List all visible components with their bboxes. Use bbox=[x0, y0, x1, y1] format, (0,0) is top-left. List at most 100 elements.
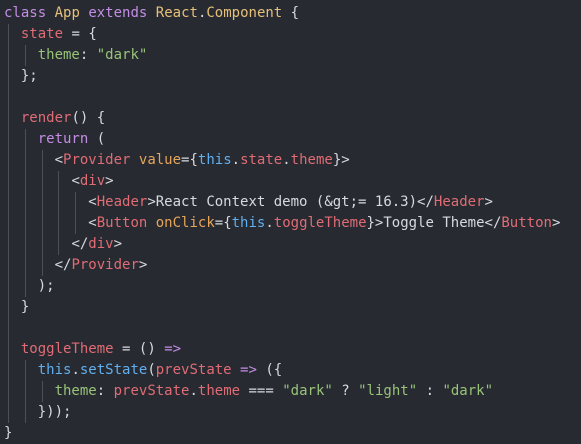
indent-guide bbox=[41, 192, 43, 213]
code-token: ? bbox=[341, 383, 350, 399]
indent-guide bbox=[24, 45, 26, 66]
code-token: . bbox=[189, 383, 198, 399]
code-token: Provider bbox=[63, 152, 131, 168]
code-token: "dark" bbox=[442, 383, 494, 399]
code-line[interactable]: <Header>React Context demo (&gt;= 16.3)<… bbox=[0, 192, 581, 213]
code-line[interactable]: render() { bbox=[0, 108, 581, 129]
code-token: class bbox=[4, 5, 47, 21]
code-token: > bbox=[138, 257, 148, 273]
code-token: : bbox=[96, 383, 106, 399]
code-line[interactable]: toggleTheme = () => bbox=[0, 339, 581, 360]
indent-guide bbox=[24, 276, 26, 297]
code-line[interactable]: theme: "dark" bbox=[0, 45, 581, 66]
code-token: = bbox=[71, 26, 80, 42]
code-line[interactable]: class App extends React.Component { bbox=[0, 3, 581, 24]
code-token: </ bbox=[54, 257, 72, 273]
code-token: React Context demo (&gt;= 16.3) bbox=[155, 194, 418, 210]
code-line[interactable] bbox=[0, 318, 581, 339]
indent-guide bbox=[41, 213, 43, 234]
code-token: "light" bbox=[358, 383, 418, 399]
code-token: extends bbox=[88, 5, 148, 21]
code-token: < bbox=[88, 215, 97, 231]
code-token: }> bbox=[332, 152, 350, 168]
indent-guide bbox=[8, 360, 9, 381]
code-token: ( bbox=[96, 131, 106, 147]
code-line[interactable]: })); bbox=[0, 402, 581, 423]
indent-guide bbox=[24, 192, 26, 213]
code-token: theme bbox=[290, 152, 333, 168]
indent-guide bbox=[8, 66, 9, 87]
code-token: state bbox=[240, 152, 283, 168]
code-line[interactable]: ); bbox=[0, 276, 581, 297]
code-line[interactable]: <Provider value={this.state.theme}> bbox=[0, 150, 581, 171]
indent-guide bbox=[8, 213, 9, 234]
indent-guide bbox=[8, 234, 9, 255]
code-line[interactable]: theme: prevState.theme === "dark" ? "lig… bbox=[0, 381, 581, 402]
code-token: ={ bbox=[214, 215, 232, 231]
indent-guide bbox=[8, 171, 9, 192]
code-line[interactable]: return ( bbox=[0, 129, 581, 150]
code-token: toggleTheme bbox=[273, 215, 367, 231]
code-token: ); bbox=[37, 278, 55, 294]
code-token: this bbox=[197, 152, 232, 168]
code-token: ({ bbox=[265, 362, 283, 378]
code-token: Component bbox=[206, 5, 283, 21]
code-token: > bbox=[147, 194, 156, 210]
code-line[interactable]: </Provider> bbox=[0, 255, 581, 276]
code-line[interactable]: } bbox=[0, 423, 581, 444]
code-token: Button bbox=[96, 215, 148, 231]
code-line[interactable]: <div> bbox=[0, 171, 581, 192]
code-line[interactable]: }; bbox=[0, 66, 581, 87]
code-token: state bbox=[20, 26, 64, 42]
indent-guide bbox=[24, 381, 26, 402]
indent-guide bbox=[24, 129, 26, 150]
code-token: </ bbox=[484, 215, 502, 231]
indent-guide bbox=[8, 276, 9, 297]
code-line[interactable]: state = { bbox=[0, 24, 581, 45]
code-token: theme bbox=[37, 47, 80, 63]
code-token: prevState bbox=[113, 383, 190, 399]
code-token: setState bbox=[79, 362, 148, 378]
code-token: : bbox=[425, 383, 435, 399]
indent-guide bbox=[58, 192, 60, 213]
indent-guide bbox=[8, 192, 9, 213]
code-line[interactable]: } bbox=[0, 297, 581, 318]
code-token: this bbox=[231, 215, 266, 231]
code-line[interactable]: </div> bbox=[0, 234, 581, 255]
code-token: Button bbox=[501, 215, 552, 231]
code-line[interactable]: <Button onClick={this.toggleTheme}>Toggl… bbox=[0, 213, 581, 234]
code-token: => bbox=[240, 362, 257, 378]
code-token: > bbox=[105, 173, 114, 189]
code-token: . bbox=[282, 152, 291, 168]
code-token: < bbox=[54, 152, 64, 168]
code-token: div bbox=[79, 173, 106, 189]
indent-guide bbox=[8, 87, 9, 108]
code-editor[interactable]: class App extends React.Component { stat… bbox=[0, 0, 581, 442]
code-token: . bbox=[71, 362, 80, 378]
indent-guide bbox=[8, 318, 9, 339]
code-token: value bbox=[138, 152, 182, 168]
code-token: ( bbox=[147, 362, 156, 378]
indent-guide bbox=[8, 150, 9, 171]
code-token: prevState bbox=[155, 362, 232, 378]
code-token: React bbox=[155, 5, 198, 21]
code-line[interactable] bbox=[0, 87, 581, 108]
indent-guide bbox=[41, 150, 43, 171]
code-line[interactable]: this.setState(prevState => ({ bbox=[0, 360, 581, 381]
